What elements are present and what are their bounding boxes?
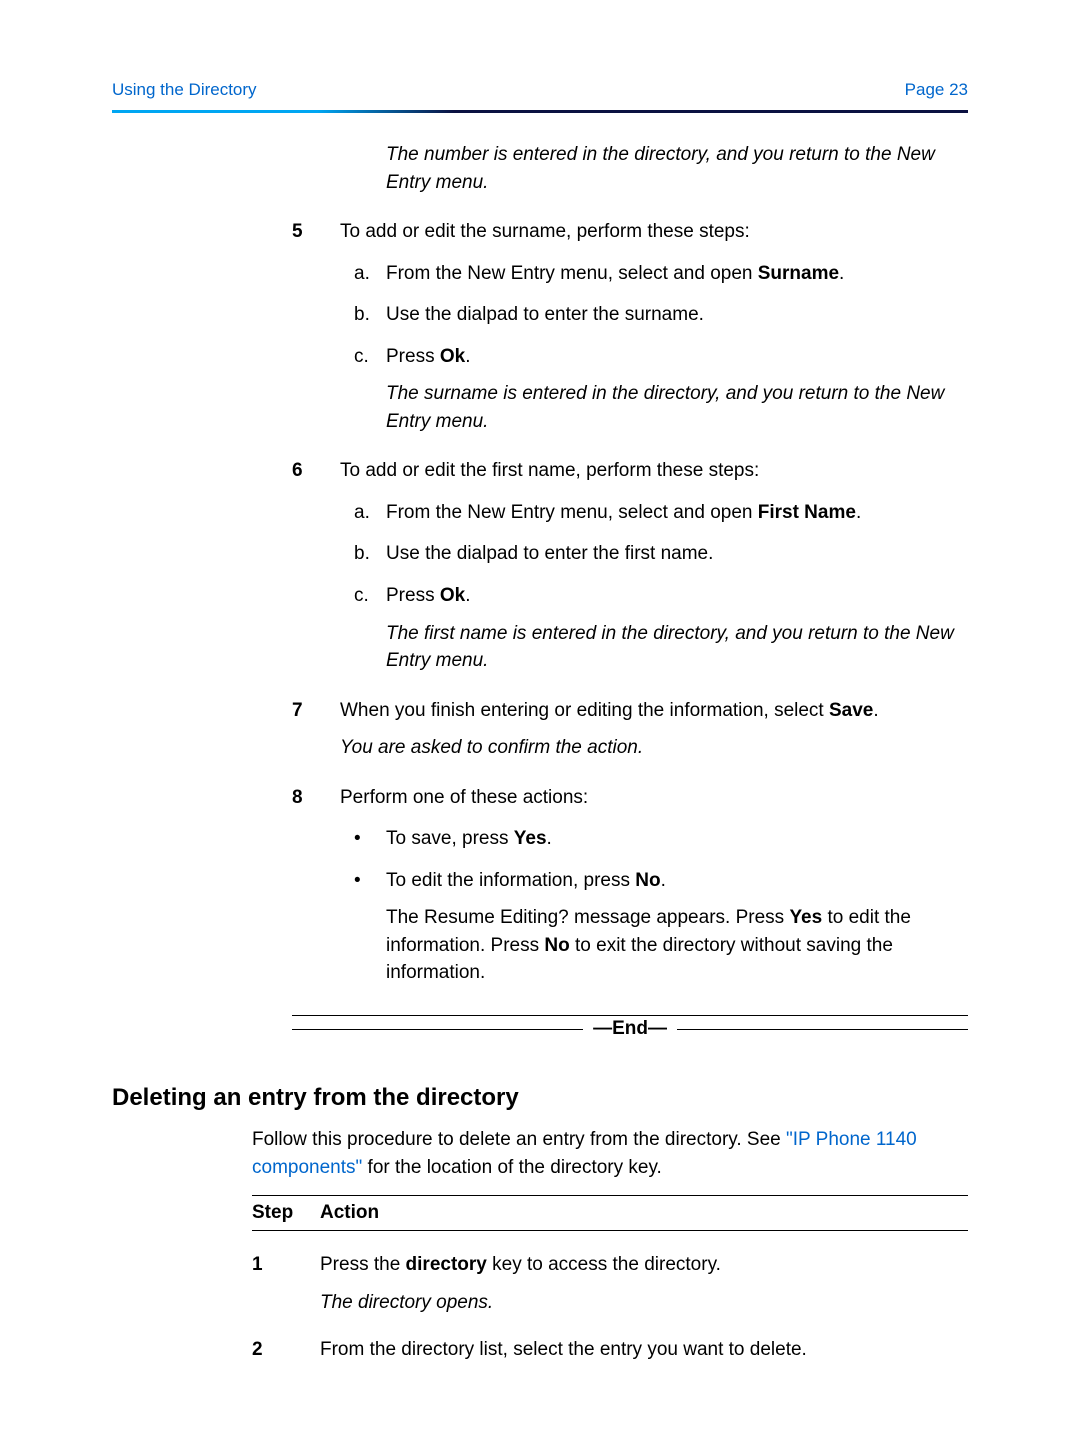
bullet-body: To save, press Yes.: [386, 825, 968, 853]
step-number: 6: [292, 457, 312, 674]
column-header-step: Step: [252, 1202, 300, 1224]
step-number: 8: [292, 784, 312, 987]
bullet-body: To edit the information, press No.: [386, 867, 968, 895]
end-label: —End—: [583, 1018, 677, 1040]
bullet-icon: •: [354, 867, 374, 895]
step-lead: To add or edit the first name, perform t…: [340, 457, 968, 485]
section-intro: Follow this procedure to delete an entry…: [112, 1126, 968, 1181]
step-5: 5 To add or edit the surname, perform th…: [292, 218, 968, 435]
substep-body: From the New Entry menu, select and open…: [386, 499, 968, 527]
section-heading: Deleting an entry from the directory: [112, 1084, 968, 1112]
row-step-number: 1: [252, 1251, 300, 1316]
substep-body: Press Ok.: [386, 343, 968, 371]
continuation-text: The number is entered in the directory, …: [340, 141, 968, 196]
table-row: 2 From the directory list, select the en…: [252, 1336, 968, 1364]
step-lead: Perform one of these actions:: [340, 784, 968, 812]
substep-result: The surname is entered in the directory,…: [340, 380, 968, 435]
substep-mark: a.: [354, 260, 374, 288]
step-7: 7 When you finish entering or editing th…: [292, 697, 968, 762]
step-number: 5: [292, 218, 312, 435]
substep-mark: c.: [354, 343, 374, 371]
substep-body: Press Ok.: [386, 582, 968, 610]
header-rule: [112, 110, 968, 113]
column-header-action: Action: [320, 1202, 379, 1224]
header-left: Using the Directory: [112, 80, 257, 100]
step-8: 8 Perform one of these actions: • To save…: [292, 784, 968, 987]
bullet-icon: •: [354, 825, 374, 853]
rule-line: [677, 1029, 968, 1030]
header-right: Page 23: [905, 80, 968, 100]
substep-body: Use the dialpad to enter the surname.: [386, 301, 968, 329]
step-lead: To add or edit the surname, perform thes…: [340, 218, 968, 246]
table-header: Step Action: [252, 1195, 968, 1231]
step-number: 7: [292, 697, 312, 762]
substep-result: The first name is entered in the directo…: [340, 620, 968, 675]
substep-mark: b.: [354, 540, 374, 568]
row-action: From the directory list, select the entr…: [320, 1336, 968, 1364]
substep-mark: b.: [354, 301, 374, 329]
substep-mark: c.: [354, 582, 374, 610]
row-action: Press the directory key to access the di…: [320, 1251, 968, 1316]
rule-line: [292, 1015, 968, 1016]
step-lead: When you finish entering or editing the …: [340, 697, 968, 725]
row-step-number: 2: [252, 1336, 300, 1364]
step-6: 6 To add or edit the first name, perform…: [292, 457, 968, 674]
substep-body: Use the dialpad to enter the first name.: [386, 540, 968, 568]
substep-mark: a.: [354, 499, 374, 527]
table-row: 1 Press the directory key to access the …: [252, 1251, 968, 1316]
rule-line: [292, 1029, 583, 1030]
bullet-followup: The Resume Editing? message appears. Pre…: [340, 904, 968, 987]
step-result: You are asked to confirm the action.: [340, 734, 968, 762]
substep-body: From the New Entry menu, select and open…: [386, 260, 968, 288]
